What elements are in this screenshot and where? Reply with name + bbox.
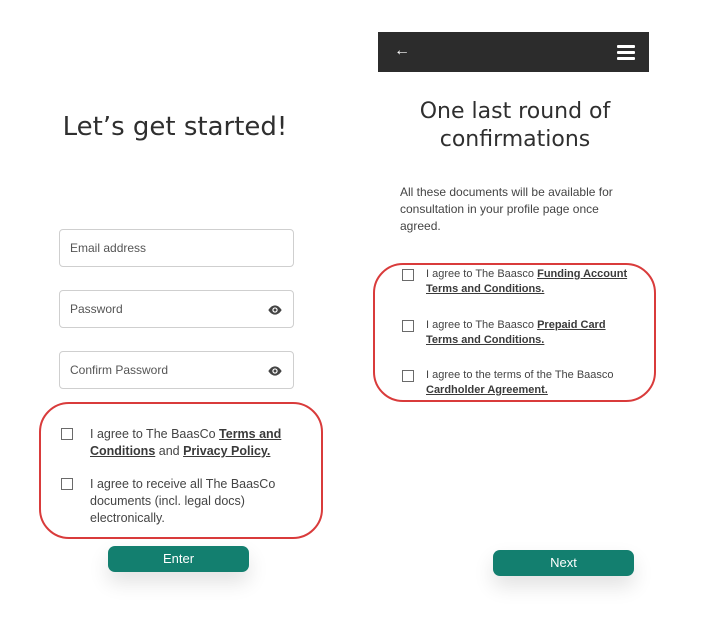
intro-text: All these documents will be available fo… (400, 185, 613, 233)
password-field[interactable]: Password (59, 290, 294, 328)
next-button[interactable]: Next (493, 550, 634, 576)
terms-mid: and (155, 444, 184, 458)
password-placeholder: Password (70, 302, 123, 316)
funding-account-checkbox[interactable] (402, 269, 414, 281)
confirm-password-field[interactable]: Confirm Password (59, 351, 294, 389)
page-title-right: One last round of confirmations (419, 99, 611, 152)
cardholder-agreement-text: I agree to the terms of the The Baasco C… (426, 368, 638, 398)
c1-prefix: I agree to The Baasco (426, 268, 538, 280)
email-field[interactable]: Email address (59, 229, 294, 267)
terms-prefix: I agree to The BaasCo (90, 427, 220, 441)
electronic-docs-text: I agree to receive all The BaasCo docume… (90, 477, 276, 525)
funding-account-text: I agree to The Baasco Funding Account Te… (426, 267, 634, 297)
electronic-docs-checkbox[interactable] (61, 478, 73, 490)
email-placeholder: Email address (70, 241, 147, 255)
terms-agreement-text: I agree to The BaasCo Terms and Conditio… (90, 426, 295, 460)
prepaid-card-text: I agree to The Baasco Prepaid Card Terms… (426, 318, 634, 348)
eye-icon[interactable] (267, 364, 283, 378)
cardholder-agreement-link[interactable]: Cardholder Agreement. (426, 384, 548, 396)
arrow-left-icon[interactable]: ← (394, 42, 410, 60)
hamburger-menu-icon[interactable] (617, 45, 635, 60)
top-app-bar: ← (378, 32, 649, 72)
enter-button[interactable]: Enter (108, 546, 249, 572)
c3-prefix: I agree to the terms of the The Baasco (426, 369, 614, 381)
page-title-left: Let’s get started! (62, 112, 288, 142)
cardholder-agreement-checkbox[interactable] (402, 370, 414, 382)
prepaid-card-checkbox[interactable] (402, 320, 414, 332)
terms-checkbox[interactable] (61, 428, 73, 440)
privacy-link[interactable]: Privacy Policy. (183, 444, 270, 458)
confirm-password-placeholder: Confirm Password (70, 363, 169, 377)
c2-prefix: I agree to The Baasco (426, 319, 538, 331)
eye-icon[interactable] (267, 303, 283, 317)
